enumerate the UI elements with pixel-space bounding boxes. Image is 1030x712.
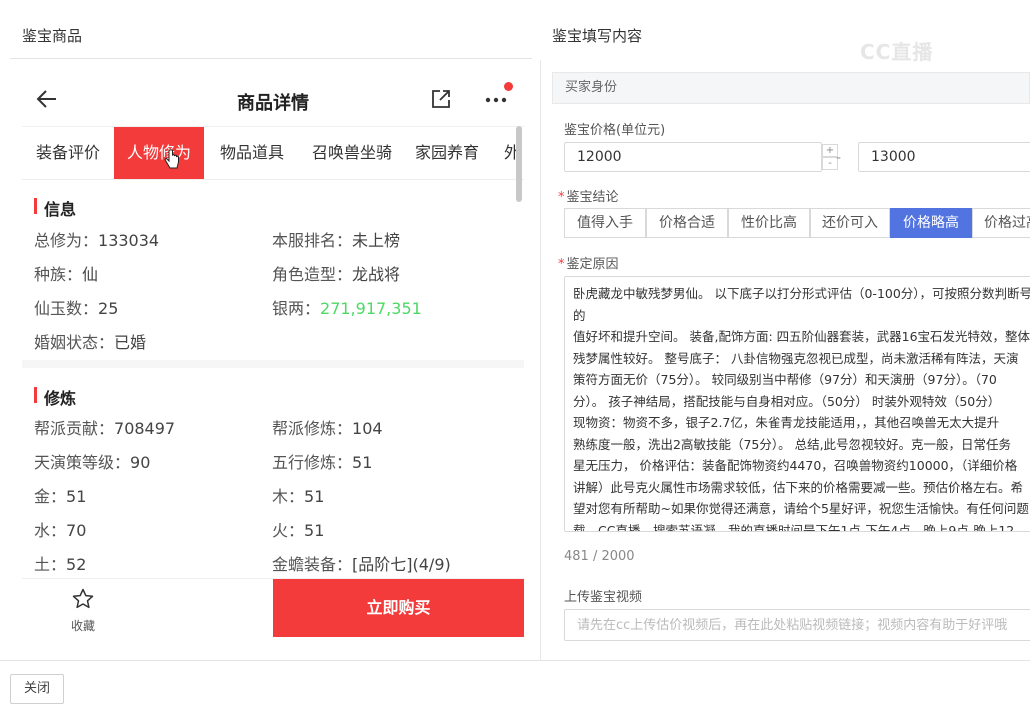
- conclusion-option[interactable]: 还价可入: [810, 208, 890, 238]
- share-icon[interactable]: [430, 88, 452, 110]
- right-section-title: 鉴宝填写内容: [552, 27, 643, 45]
- conclusion-label: * 鉴宝结论: [558, 190, 619, 205]
- cultivation-field: 天演策等级：90: [34, 453, 151, 472]
- more-icon[interactable]: [482, 88, 510, 110]
- reason-label: * 鉴定原因: [558, 257, 619, 272]
- close-button[interactable]: 关闭: [10, 674, 64, 704]
- cultivation-field: 金：51: [34, 487, 87, 506]
- divider: [540, 60, 541, 660]
- cultivation-field: 帮派修炼：104: [272, 419, 383, 438]
- tab-items[interactable]: 物品道具: [206, 127, 298, 179]
- appraisal-dialog: 鉴宝商品 鉴宝填写内容 CC直播 商品详情 装备评价 人物修为 物品道具 召唤兽…: [0, 0, 1030, 712]
- star-icon: [72, 588, 94, 609]
- info-field: 总修为：133034: [34, 231, 160, 250]
- cultivation-field: 木：51: [272, 487, 325, 506]
- cultivation-field: 五行修炼：51: [272, 453, 373, 472]
- video-link-input[interactable]: [564, 609, 1030, 641]
- tab-home[interactable]: 家园养育: [408, 127, 486, 179]
- product-tabs: 装备评价 人物修为 物品道具 召唤兽坐骑 家园养育 外: [22, 126, 524, 180]
- cultivation-field: 火：51: [272, 521, 325, 540]
- conclusion-option-selected[interactable]: 价格略高: [890, 208, 972, 238]
- tab-equipment[interactable]: 装备评价: [22, 127, 114, 179]
- scrollbar[interactable]: [516, 126, 522, 202]
- reason-textarea[interactable]: 卧虎藏龙中敏残梦男仙。 以下底子以打分形式评估（0-100分），可按照分数判断号…: [564, 276, 1030, 532]
- info-field: 婚姻状态：已婚: [34, 333, 147, 352]
- info-field: 角色造型：龙战将: [272, 265, 401, 284]
- video-label: 上传鉴宝视频: [564, 590, 643, 605]
- tab-character[interactable]: 人物修为: [114, 127, 204, 179]
- product-preview: 商品详情 装备评价 人物修为 物品道具 召唤兽坐骑 家园养育 外 信息 总修为：…: [22, 72, 524, 638]
- info-heading: 信息: [34, 196, 76, 220]
- info-field: 种族：仙: [34, 265, 99, 284]
- price-label: 鉴宝价格(单位元): [564, 123, 666, 138]
- appraisal-form: 买家身份 鉴宝价格(单位元) 12000 + - - 13000 * 鉴宝结论 值…: [552, 72, 1030, 662]
- character-count: 481 / 2000: [564, 549, 635, 564]
- product-header: 商品详情: [22, 72, 524, 126]
- cultivation-heading: 修炼: [34, 385, 76, 409]
- conclusion-option[interactable]: 价格过高: [972, 208, 1030, 238]
- conclusion-option[interactable]: 性价比高: [728, 208, 810, 238]
- cultivation-field: 帮派贡献：708497: [34, 419, 176, 438]
- price-separator: -: [836, 150, 842, 166]
- favorite-button[interactable]: 收藏: [58, 587, 108, 634]
- left-section-title: 鉴宝商品: [22, 27, 83, 45]
- cultivation-field: 土：52: [34, 555, 87, 574]
- favorite-label: 收藏: [70, 619, 95, 633]
- info-field: 仙玉数：25: [34, 299, 119, 318]
- cultivation-field: 金蟾装备：[品阶七](4/9): [272, 555, 451, 574]
- hand-cursor-icon: [164, 149, 179, 169]
- info-field: 银两：271,917,351: [272, 299, 422, 318]
- buyer-identity-header: 买家身份: [552, 72, 1030, 104]
- conclusion-option[interactable]: 价格合适: [646, 208, 728, 238]
- cultivation-field: 水：70: [34, 521, 87, 540]
- price-max-input[interactable]: 13000: [858, 142, 1030, 172]
- silver-value: 271,917,351: [320, 299, 422, 318]
- divider: [10, 58, 532, 59]
- divider: [22, 360, 524, 368]
- tab-pets[interactable]: 召唤兽坐骑: [300, 127, 404, 179]
- price-min-input[interactable]: 12000: [564, 142, 822, 172]
- conclusion-option[interactable]: 值得入手: [564, 208, 646, 238]
- info-field: 本服排名：未上榜: [272, 231, 401, 250]
- divider: [0, 660, 1030, 661]
- purchase-bar: 收藏 立即购买: [22, 578, 524, 638]
- notification-dot: [504, 82, 513, 91]
- watermark: CC直播: [860, 40, 934, 64]
- buy-now-button[interactable]: 立即购买: [273, 579, 524, 637]
